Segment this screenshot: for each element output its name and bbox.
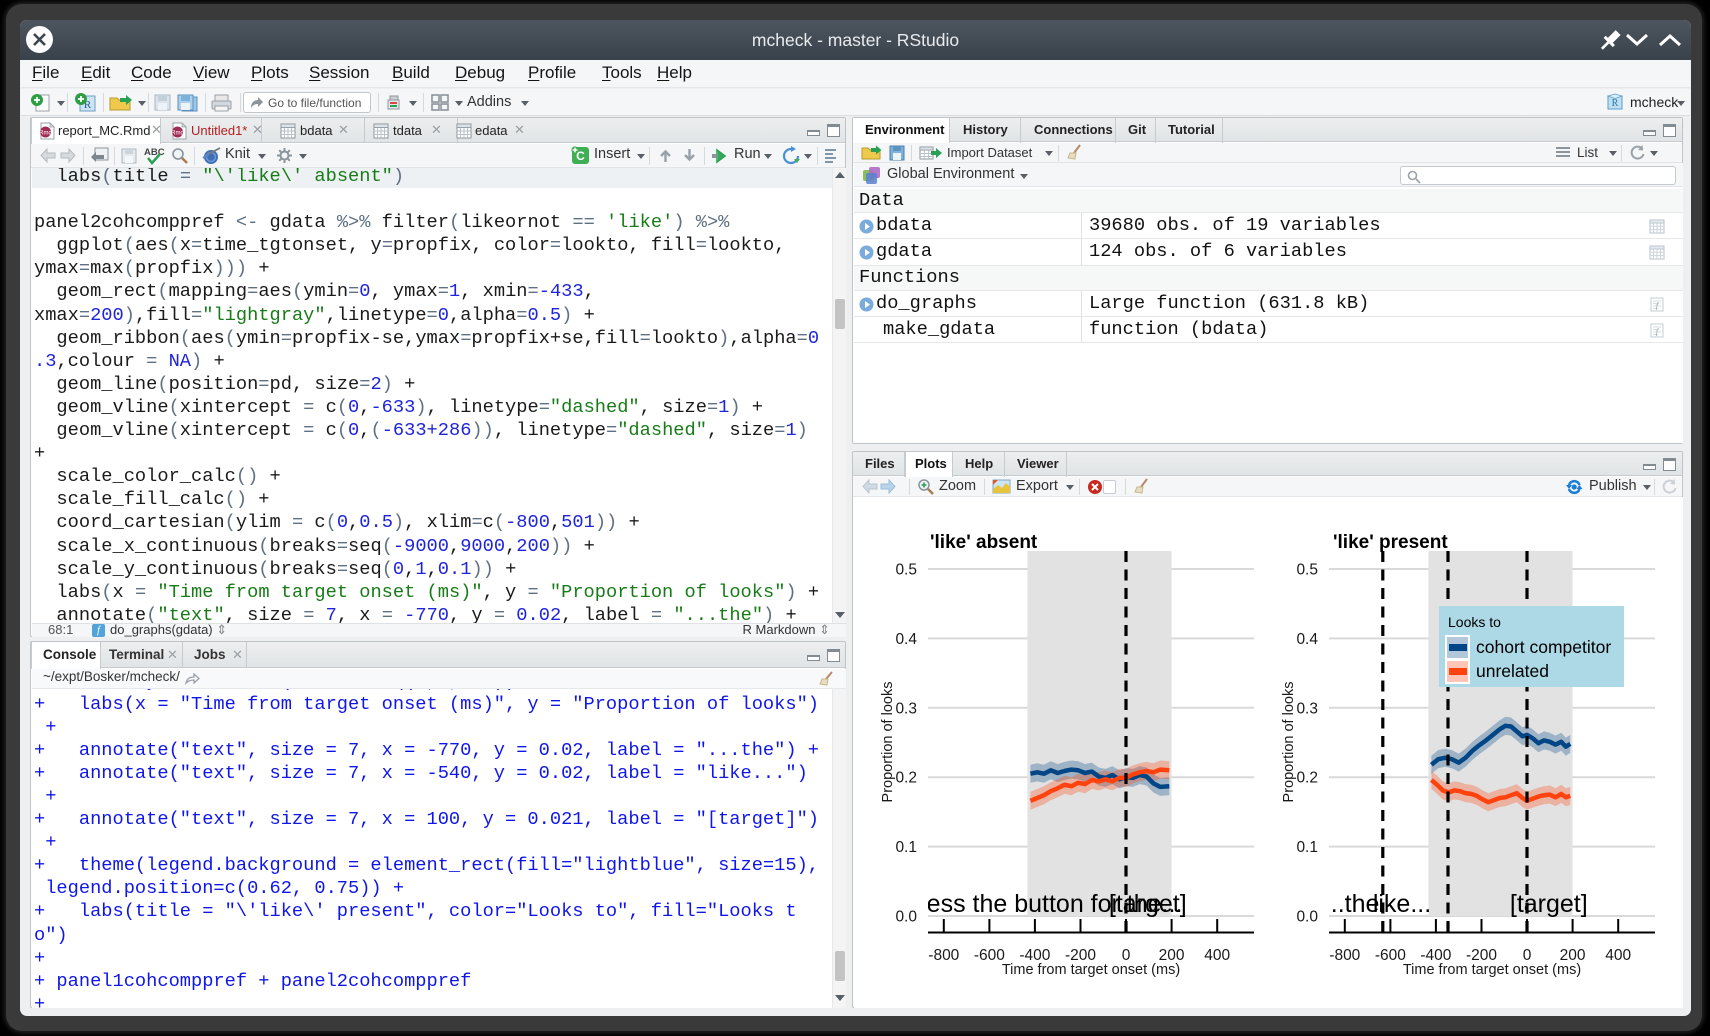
svg-text:-800: -800 <box>1329 947 1360 964</box>
svg-text:[target]: [target] <box>1510 890 1588 918</box>
svg-text:'like' absent: 'like' absent <box>930 532 1038 553</box>
svg-text:400: 400 <box>1204 947 1230 964</box>
svg-text:ABC: ABC <box>144 147 165 158</box>
svg-text:R: R <box>1612 98 1619 109</box>
svg-text:0.3: 0.3 <box>1296 700 1318 717</box>
svg-text:0.2: 0.2 <box>1296 770 1318 787</box>
svg-text:Looks to: Looks to <box>1448 614 1501 630</box>
svg-text:...the: ...the <box>1324 890 1380 918</box>
svg-text:Proportion of looks: Proportion of looks <box>880 682 896 803</box>
svg-text:0.5: 0.5 <box>895 562 917 579</box>
svg-text:-600: -600 <box>974 947 1005 964</box>
svg-text:0.0: 0.0 <box>1296 909 1318 926</box>
svg-text:cohort competitor: cohort competitor <box>1476 637 1611 657</box>
svg-text:0.5: 0.5 <box>1296 562 1318 579</box>
svg-text:0.0: 0.0 <box>895 909 917 926</box>
svg-text:unrelated: unrelated <box>1476 661 1549 681</box>
svg-text:Time from target onset (ms): Time from target onset (ms) <box>1403 962 1581 978</box>
svg-text:'like' present: 'like' present <box>1333 532 1448 553</box>
svg-text:0.3: 0.3 <box>895 700 917 717</box>
svg-text:0.1: 0.1 <box>1296 839 1318 856</box>
svg-text:[target]: [target] <box>1109 890 1187 918</box>
svg-text:Time from target onset (ms): Time from target onset (ms) <box>1002 962 1180 978</box>
svg-text:-800: -800 <box>928 947 959 964</box>
svg-text:0.2: 0.2 <box>895 770 917 787</box>
svg-text:Rmd: Rmd <box>171 131 184 137</box>
svg-text:400: 400 <box>1605 947 1631 964</box>
svg-text:0.4: 0.4 <box>1296 631 1318 648</box>
svg-text:0.4: 0.4 <box>895 631 917 648</box>
svg-text:-600: -600 <box>1375 947 1406 964</box>
svg-text:Proportion of looks: Proportion of looks <box>1281 682 1297 803</box>
svg-text:Rmd: Rmd <box>39 131 52 137</box>
svg-text:0.1: 0.1 <box>895 839 917 856</box>
svg-text:like...: like... <box>1373 890 1431 918</box>
